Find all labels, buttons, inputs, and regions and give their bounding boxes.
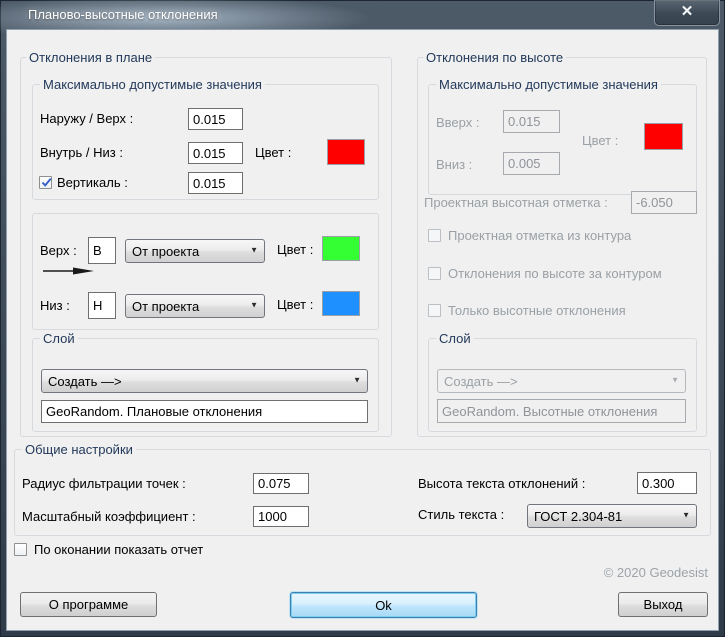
mark-bottom-mode-combo[interactable]: От проекта ▼ [125,294,265,318]
group-plan-label: Отклонения в плане [26,50,155,65]
only-elevation-deviations-checkbox [428,304,441,317]
only-elevation-deviations-label: Только высотные отклонения [448,303,626,319]
elevation-down-label: Вниз : [436,157,472,173]
mark-top-mode-value: От проекта [132,244,199,259]
design-elevation-label: Проектная высотная отметка : [424,195,608,211]
copyright-text: © 2020 Geodesist [497,565,708,580]
mark-bottom-mode-value: От проекта [132,299,199,314]
elevation-layer-name-input [437,399,686,423]
elevation-color-swatch [644,123,683,150]
chevron-down-icon: ▼ [671,377,679,385]
elevation-outside-contour-label: Отклонения по высоте за контуром [448,266,662,282]
elevation-outside-contour-checkbox [428,267,441,280]
plan-layer-mode-combo[interactable]: Создать —> ▼ [41,369,368,393]
mark-bottom-symbol-input[interactable] [88,292,116,319]
filter-radius-label: Радиус фильтрации точек : [22,476,186,492]
close-button[interactable]: ✕ [654,0,720,26]
elevation-layer-title: Слой [436,331,474,346]
exit-button[interactable]: Выход [618,592,708,617]
scale-factor-label: Масштабный коэффициент : [22,509,196,525]
text-height-label: Высота текста отклонений : [418,476,585,492]
group-plan-max-label: Максимально допустимые значения [40,77,265,92]
plan-color-swatch[interactable] [327,139,365,165]
elevation-up-label: Вверх : [436,115,479,131]
chevron-down-icon: ▼ [250,247,258,255]
mark-bottom-color-label: Цвет : [277,297,313,313]
text-style-label: Стиль текста : [418,507,504,523]
direction-arrow-icon [42,266,96,276]
design-elevation-input [631,191,697,214]
elevation-layer-mode-combo: Создать —> ▼ [437,369,686,393]
dialog-window: Планово-высотные отклонения ✕ Отклонения… [0,0,725,637]
show-report-label: По оконании показать отчет [34,542,203,558]
elevation-up-input [503,110,560,133]
elevation-layer-mode-value: Создать —> [444,374,518,389]
window-title: Планово-высотные отклонения [28,7,218,22]
mark-top-label: Верх : [40,243,77,259]
plan-outer-input[interactable] [188,108,243,130]
text-height-input[interactable] [637,472,697,494]
mark-top-color-swatch[interactable] [322,236,360,261]
group-general-label: Общие настройки [22,442,136,457]
mark-bottom-label: Низ : [40,298,70,314]
filter-radius-input[interactable] [253,473,309,494]
mark-top-symbol-input[interactable] [88,237,116,264]
scale-factor-input[interactable] [253,506,309,527]
close-icon: ✕ [681,3,694,20]
plan-layer-mode-value: Создать —> [48,374,122,389]
elevation-down-input [503,152,560,175]
ok-button[interactable]: Ok [290,592,477,618]
group-elevation-max-label: Максимально допустимые значения [436,77,661,92]
mark-top-mode-combo[interactable]: От проекта ▼ [125,239,265,263]
chevron-down-icon: ▼ [353,377,361,385]
title-bar[interactable]: Планово-высотные отклонения ✕ [0,0,725,30]
plan-color-label: Цвет : [255,145,291,161]
mark-bottom-color-swatch[interactable] [322,291,360,316]
plan-layer-name-input[interactable] [41,400,368,423]
plan-layer-title: Слой [40,331,78,346]
text-style-value: ГОСТ 2.304-81 [534,509,622,524]
vertical-label: Вертикаль : [57,175,128,191]
plan-inner-input[interactable] [188,142,243,164]
design-mark-from-contour-checkbox [428,229,441,242]
mark-top-color-label: Цвет : [277,242,313,258]
vertical-checkbox[interactable] [39,176,52,189]
text-style-combo[interactable]: ГОСТ 2.304-81 ▼ [527,504,697,528]
chevron-down-icon: ▼ [682,512,690,520]
plan-inner-label: Внутрь / Низ : [40,145,123,161]
plan-outer-label: Наружу / Верх : [40,111,133,127]
vertical-input[interactable] [188,172,243,194]
dialog-body: Отклонения в плане Максимально допустимы… [7,30,718,630]
show-report-checkbox[interactable] [14,543,27,556]
checkmark-icon [40,176,53,189]
design-mark-from-contour-label: Проектная отметка из контура [448,228,631,244]
chevron-down-icon: ▼ [250,302,258,310]
about-button[interactable]: О программе [20,592,157,617]
elevation-color-label: Цвет : [582,133,618,149]
group-elevation-label: Отклонения по высоте [423,50,566,65]
